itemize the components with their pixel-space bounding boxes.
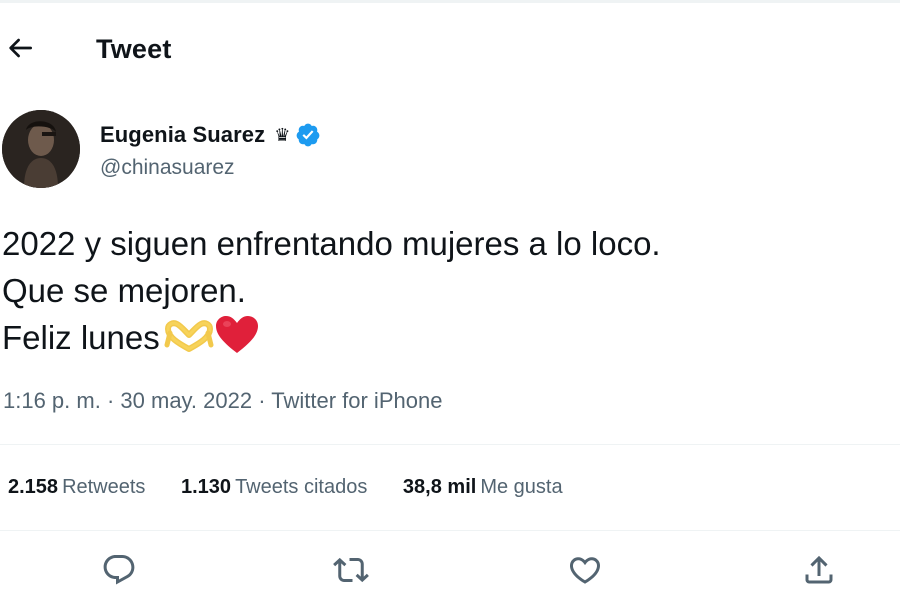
author-display-name[interactable]: Eugenia Suarez bbox=[100, 122, 265, 148]
tweet-line: Que se mejoren. bbox=[2, 272, 246, 309]
tweet-source[interactable]: Twitter for iPhone bbox=[271, 388, 442, 413]
divider bbox=[0, 530, 900, 531]
share-button[interactable] bbox=[801, 552, 837, 588]
share-icon bbox=[805, 555, 833, 584]
reply-icon bbox=[103, 555, 135, 585]
stat-label: Retweets bbox=[62, 476, 146, 498]
stat-label: Tweets citados bbox=[235, 476, 368, 498]
avatar[interactable] bbox=[2, 110, 80, 188]
stat-label: Me gusta bbox=[480, 476, 563, 498]
retweet-button[interactable] bbox=[333, 552, 369, 588]
tweet-time[interactable]: 1:16 p. m. bbox=[3, 388, 101, 413]
heart-hands-emoji-icon bbox=[164, 320, 214, 352]
tweet-date[interactable]: 30 may. 2022 bbox=[120, 388, 252, 413]
meta-separator: · bbox=[100, 388, 121, 413]
stat-count: 2.158 bbox=[8, 476, 59, 498]
author-handle[interactable]: @chinasuarez bbox=[100, 156, 235, 180]
header-bar: Tweet bbox=[0, 22, 900, 78]
like-icon bbox=[569, 557, 601, 584]
meta-separator: · bbox=[252, 388, 272, 413]
avatar-photo bbox=[2, 110, 80, 188]
verified-badge-icon bbox=[297, 123, 320, 147]
tweet-meta: 1:16 p. m. · 30 may. 2022 · Twitter for … bbox=[3, 388, 442, 414]
back-button[interactable] bbox=[4, 32, 36, 64]
tweet-stats: 2.158 Retweets 1.130 Tweets citados 38,8 m… bbox=[8, 476, 593, 499]
tweet-line: 2022 y siguen enfrentando mujeres a lo l… bbox=[2, 225, 661, 262]
page-title: Tweet bbox=[96, 34, 172, 64]
retweet-icon bbox=[333, 557, 369, 583]
reply-button[interactable] bbox=[101, 552, 137, 588]
likes-stat[interactable]: 38,8 mil Me gusta bbox=[403, 476, 563, 499]
name-row: Eugenia Suarez ♛ bbox=[100, 120, 321, 150]
tweet-line-text: Feliz lunes bbox=[2, 319, 160, 356]
top-border bbox=[0, 0, 900, 3]
tweet-author: Eugenia Suarez ♛ @chinasuarez bbox=[0, 108, 900, 194]
divider bbox=[0, 444, 900, 445]
like-button[interactable] bbox=[567, 552, 603, 588]
quote-tweets-stat[interactable]: 1.130 Tweets citados bbox=[181, 476, 367, 499]
retweets-stat[interactable]: 2.158 Retweets bbox=[8, 476, 145, 499]
action-bar bbox=[0, 548, 900, 592]
tweet-line-with-emoji: Feliz lunes bbox=[2, 314, 892, 367]
stat-count: 38,8 mil bbox=[402, 476, 477, 498]
stat-count: 1.130 bbox=[181, 476, 232, 498]
crown-icon: ♛ bbox=[274, 125, 291, 145]
arrow-left-icon bbox=[9, 38, 32, 58]
red-heart-emoji-icon bbox=[215, 316, 258, 353]
emoji-group bbox=[164, 315, 260, 367]
tweet-body: 2022 y siguen enfrentando mujeres a lo l… bbox=[2, 220, 892, 367]
